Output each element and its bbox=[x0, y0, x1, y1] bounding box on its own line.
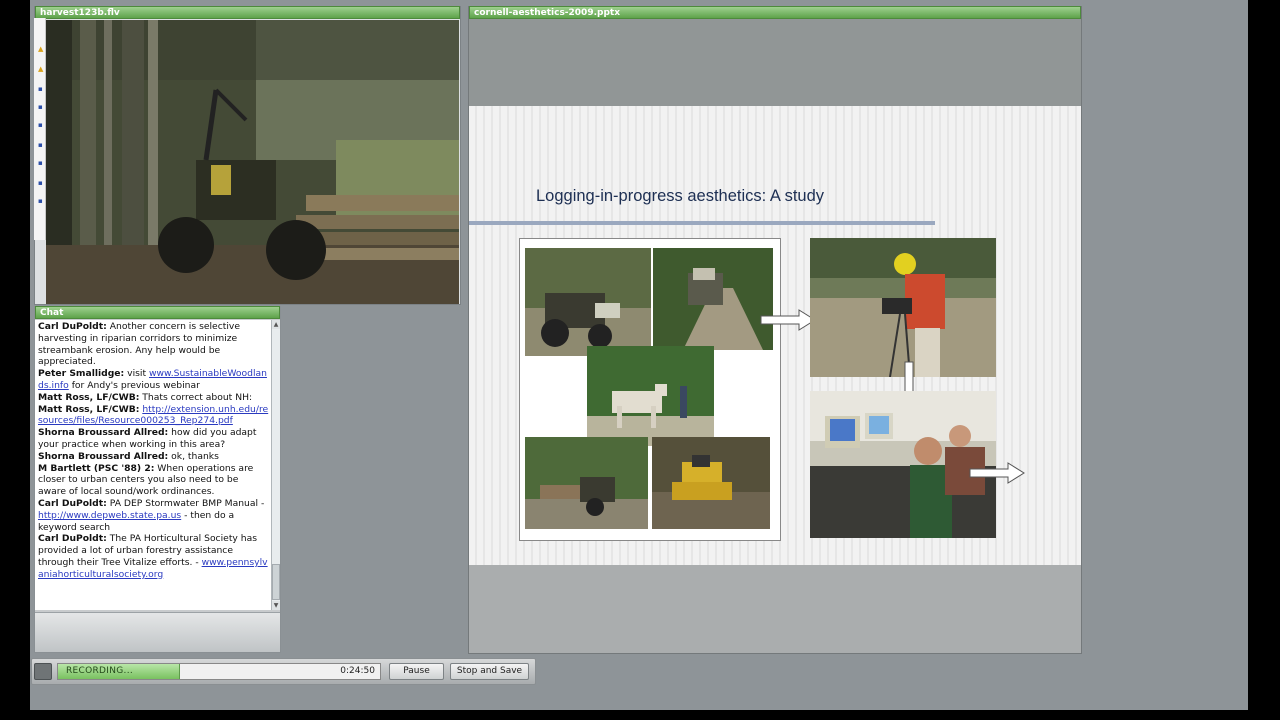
scroll-thumb[interactable] bbox=[272, 564, 280, 600]
chat-sender: Peter Smallidge: bbox=[38, 368, 125, 380]
presentation-pod-title-bar[interactable]: cornell-aesthetics-2009.pptx bbox=[469, 6, 1081, 19]
chat-sender: Matt Ross, LF/CWB: bbox=[38, 403, 140, 415]
collage-photo-skidder bbox=[525, 248, 651, 356]
chat-message: M Bartlett (PSC '88) 2: When operations … bbox=[38, 463, 269, 498]
chat-text: PA DEP Stormwater BMP Manual - bbox=[106, 497, 265, 509]
chat-sender: Shorna Broussard Allred: bbox=[38, 450, 169, 462]
file-link-icon[interactable]: ▪ bbox=[38, 198, 44, 205]
chat-message: Carl DuPoldt: PA DEP Stormwater BMP Manu… bbox=[38, 498, 269, 533]
screen-border-left bbox=[0, 0, 30, 720]
screen-border-right bbox=[1248, 0, 1280, 720]
chat-message: Shorna Broussard Allred: ok, thanks bbox=[38, 451, 269, 463]
chat-text: Thats correct about NH: bbox=[139, 391, 253, 403]
file-link-icon[interactable]: ▪ bbox=[38, 86, 44, 93]
collage-photo-yellow-skidder bbox=[652, 437, 770, 529]
file-link-icon[interactable]: ▪ bbox=[38, 160, 44, 167]
photo-researcher-filming bbox=[810, 238, 996, 377]
harvest-photo-collage bbox=[519, 238, 781, 541]
file-link-icon[interactable]: ▪ bbox=[38, 180, 44, 187]
presentation-letterbox-bottom bbox=[469, 565, 1081, 653]
slide-title: Logging-in-progress aesthetics: A study bbox=[536, 187, 825, 205]
scroll-down-arrow-icon[interactable]: ▼ bbox=[272, 601, 280, 610]
chat-message: Shorna Broussard Allred: how did you ada… bbox=[38, 427, 269, 451]
chat-text: visit bbox=[124, 368, 149, 380]
scroll-up-arrow-icon[interactable]: ▲ bbox=[272, 320, 280, 329]
chat-sender: Matt Ross, LF/CWB: bbox=[38, 391, 140, 403]
chat-message-list: Carl DuPoldt: Another concern is selecti… bbox=[35, 320, 272, 610]
chat-message: Matt Ross, LF/CWB: Thats correct about N… bbox=[38, 392, 269, 404]
file-link-icon[interactable]: ▪ bbox=[38, 142, 44, 149]
stop-and-save-button[interactable]: Stop and Save bbox=[450, 663, 529, 680]
collage-photo-tractor-trail bbox=[653, 248, 773, 350]
file-link-icon[interactable]: ▪ bbox=[38, 104, 44, 111]
chat-message: Carl DuPoldt: The PA Horticultural Socie… bbox=[38, 533, 269, 580]
chat-sender: Shorna Broussard Allred: bbox=[38, 427, 169, 439]
chat-message: Carl DuPoldt: Another concern is selecti… bbox=[38, 321, 269, 368]
chat-scrollbar[interactable]: ▲ ▼ bbox=[271, 320, 280, 610]
presentation-letterbox-top bbox=[469, 19, 1081, 106]
slide: Logging-in-progress aesthetics: A study bbox=[469, 106, 1081, 565]
screen-border-bottom bbox=[0, 710, 1280, 720]
video-pod-title: harvest123b.flv bbox=[40, 8, 120, 18]
file-list-behind-video: ▲ ▲ ▪ ▪ ▪ ▪ ▪ ▪ ▪ bbox=[34, 18, 46, 240]
chat-text: ok, thanks bbox=[168, 450, 219, 462]
video-pod-title-bar[interactable]: harvest123b.flv bbox=[35, 6, 460, 19]
video-player[interactable] bbox=[46, 20, 459, 304]
chat-sender: Carl DuPoldt: bbox=[38, 321, 107, 332]
warning-icon: ▲ bbox=[38, 45, 44, 53]
pause-button[interactable]: Pause bbox=[389, 663, 444, 680]
chat-pod-title: Chat bbox=[40, 308, 64, 318]
presentation-pod-title: cornell-aesthetics-2009.pptx bbox=[474, 8, 620, 18]
right-arrow-icon bbox=[969, 462, 1025, 484]
chat-sender: Carl DuPoldt: bbox=[38, 533, 107, 545]
video-frame-forwarder-image bbox=[46, 20, 459, 304]
chat-text-after-link: for Andy's previous webinar bbox=[68, 379, 200, 391]
slide-title-rule bbox=[469, 221, 935, 225]
recording-menu-icon[interactable] bbox=[34, 663, 52, 680]
recording-status: RECORDING... bbox=[66, 666, 134, 676]
collage-photo-horse-logging bbox=[587, 346, 714, 446]
chat-input-area[interactable] bbox=[35, 612, 280, 652]
collage-photo-forwarder-logs bbox=[525, 437, 648, 529]
chat-sender: Carl DuPoldt: bbox=[38, 497, 107, 509]
file-link-icon[interactable]: ▪ bbox=[38, 122, 44, 129]
chat-sender: M Bartlett (PSC '88) 2: bbox=[38, 462, 155, 474]
chat-pod-title-bar[interactable]: Chat bbox=[35, 306, 280, 319]
chat-message: Matt Ross, LF/CWB: http://extension.unh.… bbox=[38, 404, 269, 428]
chat-link[interactable]: http://www.depweb.state.pa.us bbox=[38, 510, 181, 521]
recording-elapsed-time: 0:24:50 bbox=[340, 666, 375, 676]
chat-message: Peter Smallidge: visit www.SustainableWo… bbox=[38, 368, 269, 392]
recording-progress: RECORDING... 0:24:50 bbox=[57, 663, 381, 680]
warning-icon: ▲ bbox=[38, 65, 44, 73]
